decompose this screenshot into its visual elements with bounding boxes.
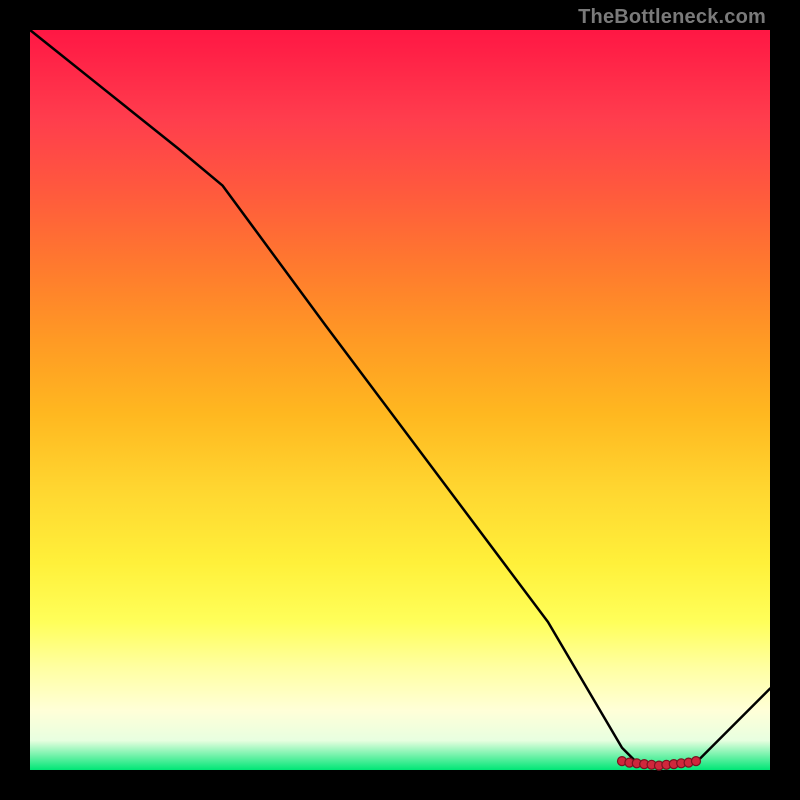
chart-overlay	[30, 30, 770, 770]
chart-stage: TheBottleneck.com	[0, 0, 800, 800]
marker-cluster	[618, 757, 701, 771]
line-series	[30, 30, 770, 766]
watermark-text: TheBottleneck.com	[578, 6, 766, 29]
marker-dot	[692, 757, 701, 766]
